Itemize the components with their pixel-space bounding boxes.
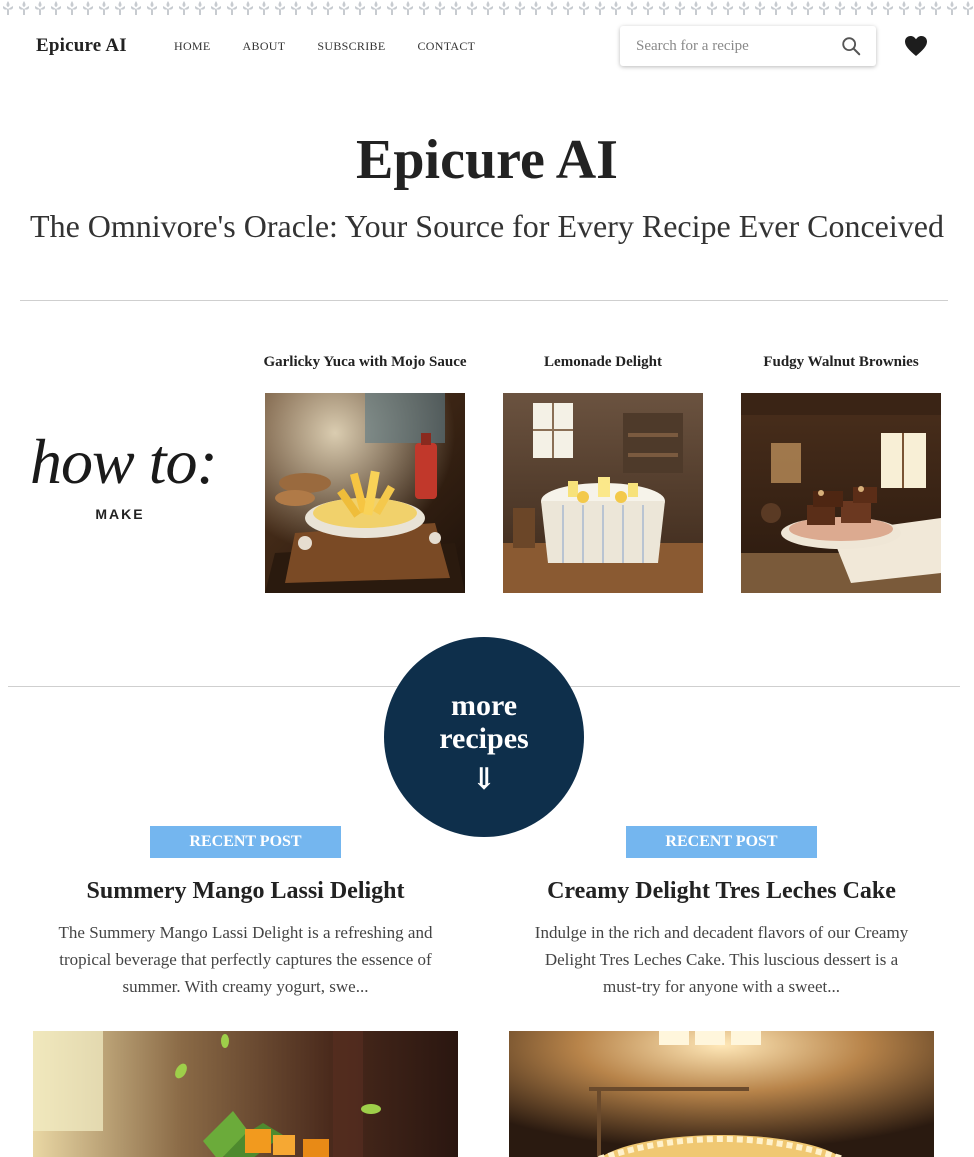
featured-recipe-card[interactable]: Lemonade Delight [484,354,722,593]
nav-link-home[interactable]: HOME [174,39,211,54]
featured-recipe-title[interactable]: Lemonade Delight [484,354,722,376]
recent-post-image-tres-leches[interactable] [509,1031,934,1157]
arrow-down-icon: ⇓ [471,763,497,796]
how-to-make-logo: how to: MAKE [30,424,234,524]
featured-recipe-card[interactable]: Fudgy Walnut Brownies [722,354,960,593]
nav-link-subscribe[interactable]: SUBSCRIBE [317,39,385,54]
recent-post-excerpt: The Summery Mango Lassi Delight is a ref… [58,923,433,996]
featured-recipe-title[interactable]: Garlicky Yuca with Mojo Sauce [246,354,484,376]
featured-recipe-card[interactable]: Garlicky Yuca with Mojo Sauce [246,354,484,593]
featured-recipe-image-lemonade[interactable] [503,393,703,593]
nav-links: HOME ABOUT SUBSCRIBE CONTACT [174,39,507,54]
search-icon[interactable] [840,35,862,57]
featured-recipe-image-yuca[interactable] [265,393,465,593]
featured-recipe-image-brownies[interactable] [741,393,941,593]
more-recipes-label-line2: recipes [439,722,529,755]
how-to-subheading: MAKE [95,506,145,522]
page-title: Epicure AI [356,129,618,191]
how-to-heading: how to: [30,426,218,497]
recent-post-image-mango-lassi[interactable] [33,1031,458,1157]
recent-post-card[interactable]: RECENT POST Summery Mango Lassi Delight … [33,826,458,1157]
top-navigation: Epicure AI HOME ABOUT SUBSCRIBE CONTACT [0,16,974,76]
more-recipes-label-line1: more [450,689,518,722]
nav-link-about[interactable]: ABOUT [243,39,286,54]
recent-post-title[interactable]: Creamy Delight Tres Leches Cake [509,878,934,905]
recent-post-card[interactable]: RECENT POST Creamy Delight Tres Leches C… [509,826,934,1157]
nav-link-contact[interactable]: CONTACT [417,39,475,54]
more-recipes-label: more recipes [384,689,584,755]
recent-post-excerpt: Indulge in the rich and decadent flavors… [534,923,909,996]
heart-icon[interactable] [904,35,928,57]
recent-post-title[interactable]: Summery Mango Lassi Delight [33,878,458,905]
decorative-pattern-strip [0,0,974,16]
brand-logo[interactable]: Epicure AI [36,35,127,57]
search-input[interactable] [636,36,831,56]
recent-post-badge: RECENT POST [150,826,341,858]
recent-post-badge: RECENT POST [626,826,817,858]
search-box [620,26,876,66]
section-divider [20,300,948,301]
featured-recipe-title[interactable]: Fudgy Walnut Brownies [722,354,960,376]
more-recipes-button[interactable]: more recipes ⇓ [384,637,584,837]
page-subtitle: The Omnivore's Oracle: Your Source for E… [30,208,944,244]
